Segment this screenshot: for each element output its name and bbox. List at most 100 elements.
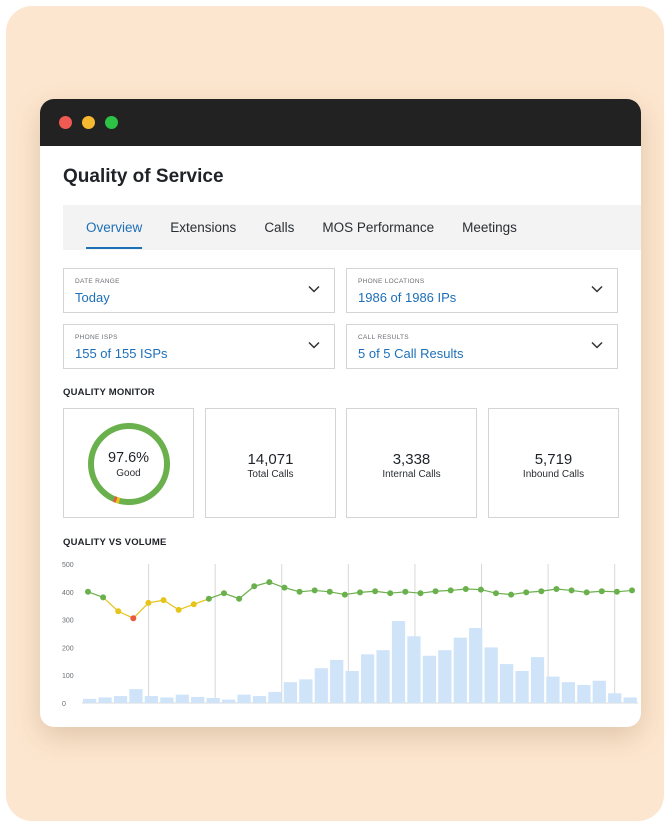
inbound-calls-label: Inbound Calls xyxy=(522,469,585,480)
quality-score-label: Good xyxy=(116,468,141,479)
quality-point xyxy=(613,588,620,595)
quality-line-segment xyxy=(132,602,149,619)
tab-mos-performance[interactable]: MOS Performance xyxy=(322,205,434,250)
chevron-down-icon xyxy=(308,341,320,349)
quality-point xyxy=(477,586,484,593)
quality-vs-volume-heading: QUALITY VS VOLUME xyxy=(63,537,167,548)
quality-point xyxy=(281,584,288,591)
quality-score-card[interactable]: 97.6% Good xyxy=(63,408,194,518)
volume-bar xyxy=(330,659,344,703)
maximize-window-button[interactable] xyxy=(105,116,118,129)
date-range-value: Today xyxy=(75,290,110,305)
quality-point xyxy=(145,599,152,606)
inbound-calls-value: 5,719 xyxy=(534,451,573,468)
quality-point xyxy=(402,588,409,595)
y-tick-label: 0 xyxy=(62,701,66,708)
quality-point xyxy=(357,589,363,596)
call-results-label: CALL RESULTS xyxy=(358,334,409,341)
quality-point xyxy=(205,595,212,602)
page-title: Quality of Service xyxy=(63,166,224,187)
quality-point xyxy=(326,588,333,595)
quality-point xyxy=(372,588,379,595)
quality-point xyxy=(85,588,91,595)
quality-point xyxy=(508,591,515,598)
volume-bar xyxy=(484,647,498,703)
window-titlebar xyxy=(40,99,641,146)
chevron-down-icon xyxy=(308,285,320,293)
quality-point xyxy=(417,590,424,597)
quality-point xyxy=(130,615,137,622)
quality-point xyxy=(538,588,545,595)
phone-isps-label: PHONE ISPS xyxy=(75,334,118,341)
quality-point xyxy=(115,608,122,615)
volume-bar xyxy=(175,694,189,703)
volume-bar xyxy=(252,696,267,703)
quality-point xyxy=(553,586,560,593)
tab-extensions[interactable]: Extensions xyxy=(170,205,236,250)
volume-bar xyxy=(592,680,606,703)
volume-bar xyxy=(361,654,375,703)
quality-point xyxy=(568,587,575,594)
quality-point xyxy=(311,587,318,594)
quality-point xyxy=(598,588,605,595)
quality-point xyxy=(523,589,530,596)
volume-bar xyxy=(98,697,112,703)
phone-locations-select[interactable]: PHONE LOCATIONS 1986 of 1986 IPs xyxy=(346,268,618,313)
volume-bar xyxy=(144,696,159,703)
phone-isps-select[interactable]: PHONE ISPS 155 of 155 ISPs xyxy=(63,324,335,369)
internal-calls-label: Internal Calls xyxy=(382,469,441,480)
quality-point xyxy=(190,601,197,608)
quality-point xyxy=(266,579,273,586)
quality-point xyxy=(341,591,348,598)
call-results-select[interactable]: CALL RESULTS 5 of 5 Call Results xyxy=(346,324,618,369)
volume-bar xyxy=(500,664,514,703)
quality-volume-chart: 0 100 200 300 400 500 xyxy=(62,562,638,708)
phone-locations-value: 1986 of 1986 IPs xyxy=(358,290,457,305)
total-calls-card[interactable]: 14,071 Total Calls xyxy=(205,408,336,518)
volume-bar xyxy=(438,650,452,703)
volume-bar xyxy=(299,679,313,703)
volume-bar xyxy=(206,697,220,703)
volume-bar xyxy=(191,696,205,703)
tab-bar: Overview Extensions Calls MOS Performanc… xyxy=(63,205,641,250)
quality-point xyxy=(160,597,167,604)
call-results-value: 5 of 5 Call Results xyxy=(358,346,464,361)
volume-bar xyxy=(83,698,97,703)
minimize-window-button[interactable] xyxy=(82,116,95,129)
inbound-calls-card[interactable]: 5,719 Inbound Calls xyxy=(488,408,619,518)
y-tick-label: 500 xyxy=(62,562,74,569)
quality-point xyxy=(493,590,499,597)
quality-point xyxy=(583,589,590,596)
volume-bar xyxy=(268,691,282,703)
volume-bar xyxy=(407,636,421,703)
quality-monitor-heading: QUALITY MONITOR xyxy=(63,387,155,398)
volume-bar xyxy=(530,657,545,703)
volume-bar xyxy=(391,620,406,703)
chevron-down-icon xyxy=(591,285,603,293)
quality-point xyxy=(447,587,454,594)
quality-point xyxy=(432,588,439,595)
y-tick-label: 400 xyxy=(62,590,74,597)
quality-point xyxy=(100,594,107,601)
tab-overview[interactable]: Overview xyxy=(86,205,143,250)
internal-calls-card[interactable]: 3,338 Internal Calls xyxy=(346,408,477,518)
quality-line-segment xyxy=(102,596,119,612)
quality-point xyxy=(296,588,303,595)
volume-bar xyxy=(546,676,560,703)
volume-bar xyxy=(376,650,390,703)
chevron-down-icon xyxy=(591,341,603,349)
y-tick-label: 300 xyxy=(62,618,74,625)
tab-meetings[interactable]: Meetings xyxy=(462,205,517,250)
date-range-select[interactable]: DATE RANGE Today xyxy=(63,268,335,313)
volume-bar xyxy=(561,682,576,703)
volume-bar xyxy=(283,682,298,703)
quality-point xyxy=(251,583,258,590)
main-content: Quality of Service Overview Extensions C… xyxy=(40,146,641,727)
volume-bar xyxy=(469,627,483,703)
tab-calls[interactable]: Calls xyxy=(264,205,294,250)
quality-point xyxy=(175,606,182,613)
close-window-button[interactable] xyxy=(59,116,72,129)
app-window: Quality of Service Overview Extensions C… xyxy=(40,99,641,727)
quality-score-value: 97.6% xyxy=(107,450,150,466)
y-tick-label: 200 xyxy=(62,645,74,652)
